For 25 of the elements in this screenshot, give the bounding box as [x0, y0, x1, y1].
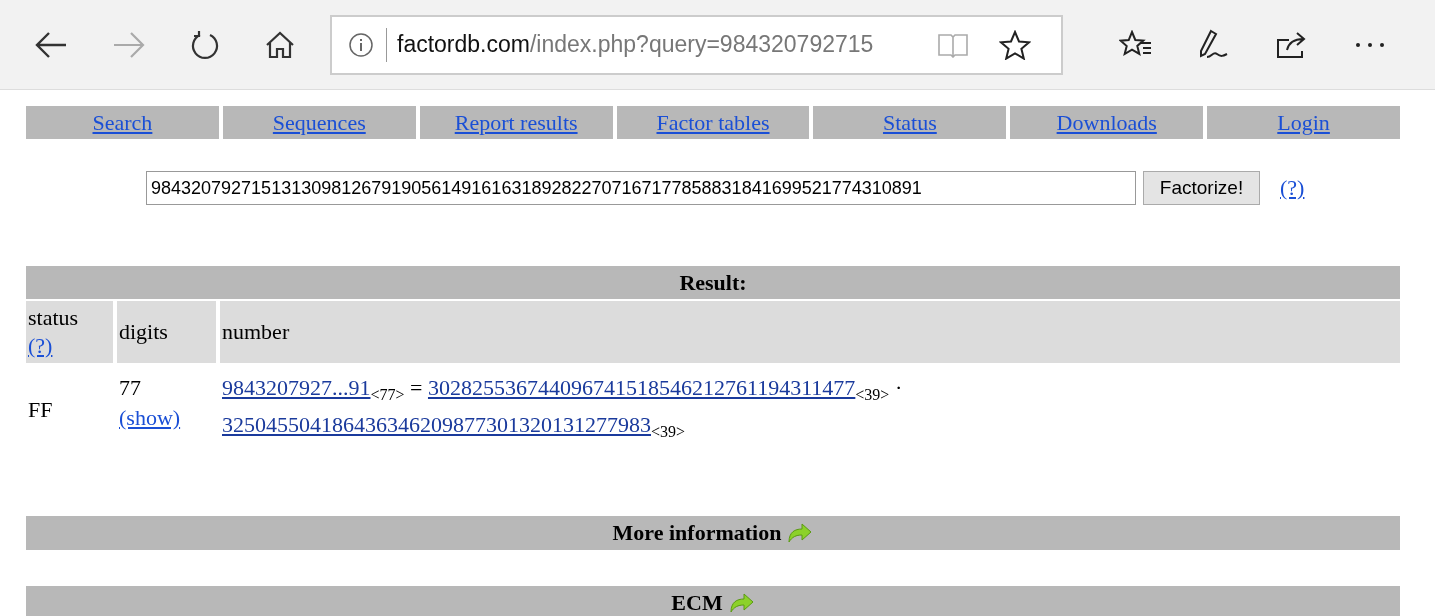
number-link[interactable]: 9843207927...91	[222, 375, 371, 400]
result-header: Result:	[26, 266, 1400, 299]
help-link[interactable]: (?)	[1280, 175, 1305, 201]
section-title: ECM	[671, 589, 723, 616]
number-input[interactable]: 98432079271513130981267919056149161631892822707167177858831841699521774310891	[146, 171, 1136, 205]
help-link[interactable]: (?)	[28, 332, 113, 360]
refresh-icon[interactable]	[190, 29, 220, 60]
star-icon[interactable]	[999, 29, 1031, 60]
back-icon[interactable]	[34, 29, 68, 60]
number-link[interactable]: 302825536744096741518546212761194311477	[427, 375, 856, 400]
column-label: digits	[119, 318, 169, 346]
column-label: status	[28, 304, 80, 332]
column-label: number	[222, 318, 291, 346]
nav-link[interactable]: Factor tables	[656, 110, 770, 135]
address-bar[interactable]: factordb.com/index.php?query=984320792715	[330, 14, 1063, 75]
section-title: More information	[612, 519, 782, 546]
status-text: FF	[28, 396, 54, 425]
factorization-text: 9843207927...91$_{<77>}$ = 302825536744096741518546212761194311477$_{<39>}$ · 325045504186436346209877301320131277983$_{<39>}$	[221, 374, 904, 443]
digits-text: 77	[119, 374, 142, 402]
url-text[interactable]: factordb.com/index.php?query=984320792715	[397, 31, 937, 58]
show-link[interactable]: (show)	[119, 403, 214, 433]
factorize-button[interactable]: Factorize!	[1143, 171, 1260, 205]
info-icon[interactable]	[348, 31, 374, 58]
number-link[interactable]: 325045504186436346209877301320131277983	[222, 412, 651, 438]
home-icon[interactable]	[264, 29, 296, 60]
